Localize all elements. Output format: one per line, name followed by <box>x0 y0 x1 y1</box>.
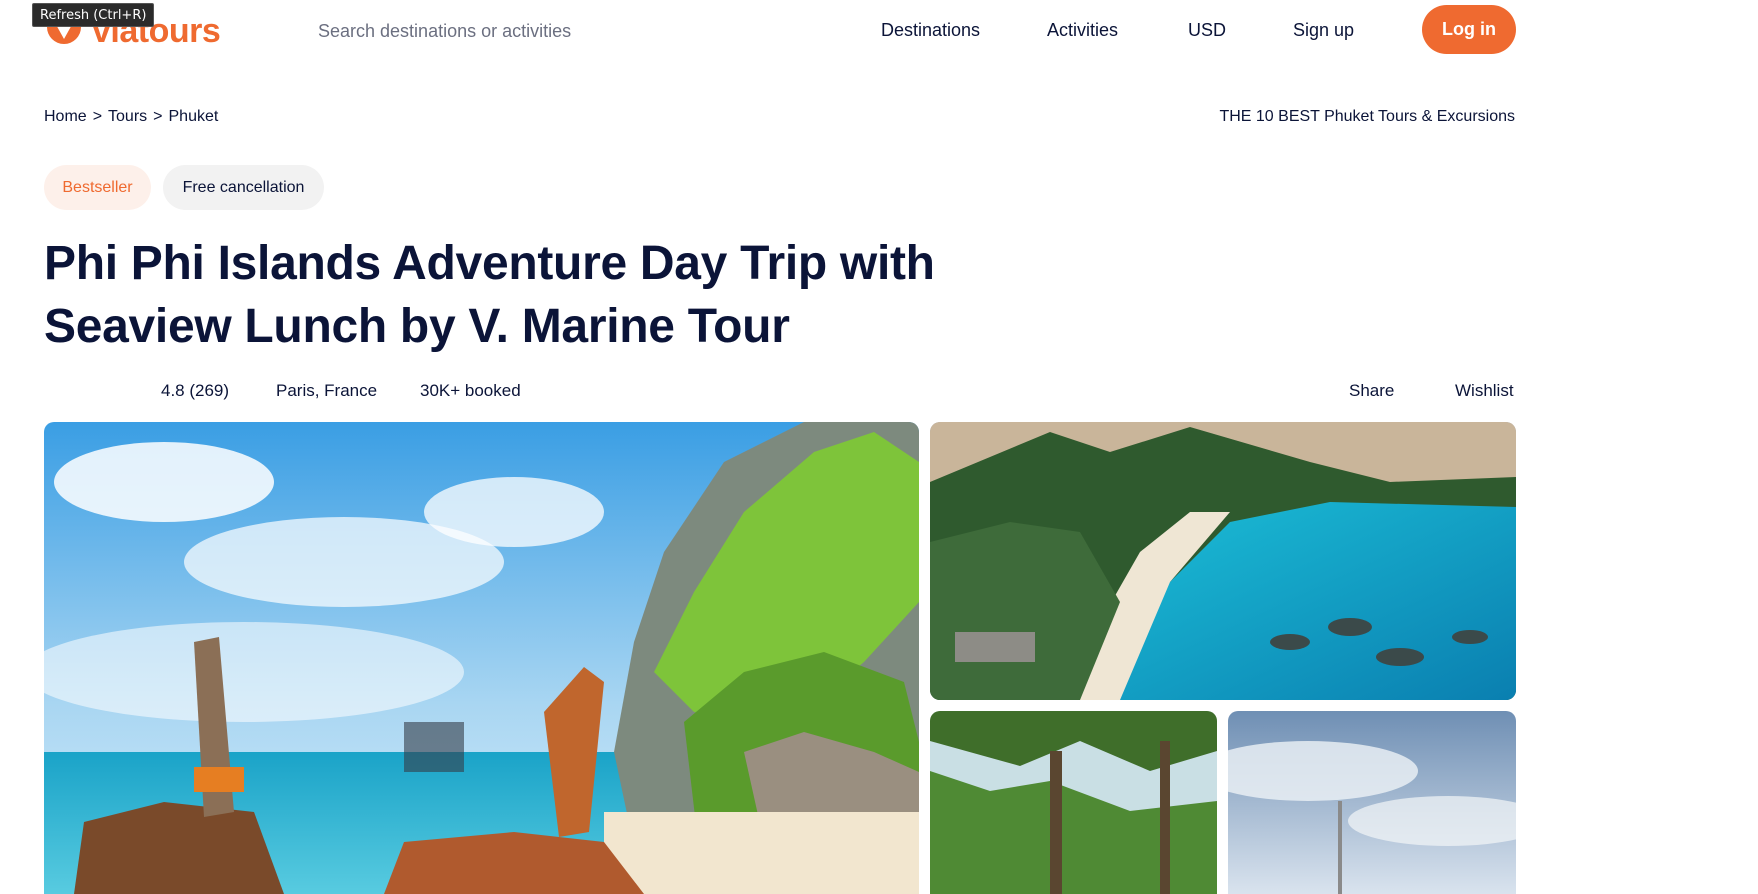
bestseller-badge: Bestseller <box>44 165 151 210</box>
search-input[interactable] <box>318 18 738 44</box>
booked-count: 30K+ booked <box>420 381 521 400</box>
site-header: viatours Refresh (Ctrl+R) Destinations A… <box>0 0 1758 64</box>
refresh-tooltip: Refresh (Ctrl+R) <box>32 3 155 27</box>
bottom-right-photo[interactable] <box>1228 711 1516 894</box>
signup-link[interactable]: Sign up <box>1293 18 1354 42</box>
breadcrumb-tours[interactable]: Tours <box>108 107 147 127</box>
nav-destinations[interactable]: Destinations <box>881 18 980 42</box>
currency-selector[interactable]: USD <box>1188 18 1226 42</box>
location-text: Paris, France <box>276 381 378 400</box>
top-right-photo[interactable] <box>930 422 1516 700</box>
bottom-left-photo[interactable] <box>930 711 1217 894</box>
main-photo[interactable] <box>44 422 919 894</box>
breadcrumb-separator: > <box>153 108 163 125</box>
nav-activities[interactable]: Activities <box>1047 18 1118 42</box>
free-cancellation-badge: Free cancellation <box>163 165 324 210</box>
breadcrumb-phuket[interactable]: Phuket <box>169 107 219 127</box>
share-button[interactable]: Share <box>1349 380 1394 402</box>
breadcrumb-separator: > <box>92 108 103 125</box>
breadcrumb-home[interactable]: Home <box>44 107 87 127</box>
rating-stars-icon <box>44 381 150 401</box>
breadcrumb: Home > Tours > Phuket <box>44 107 218 127</box>
login-button[interactable]: Log in <box>1422 5 1516 54</box>
wishlist-button[interactable]: Wishlist <box>1455 380 1514 402</box>
rating-text: 4.8 (269) <box>161 381 230 400</box>
top-tours-link[interactable]: THE 10 BEST Phuket Tours & Excursions <box>1219 107 1515 127</box>
tour-title: Phi Phi Islands Adventure Day Trip with … <box>44 237 935 353</box>
